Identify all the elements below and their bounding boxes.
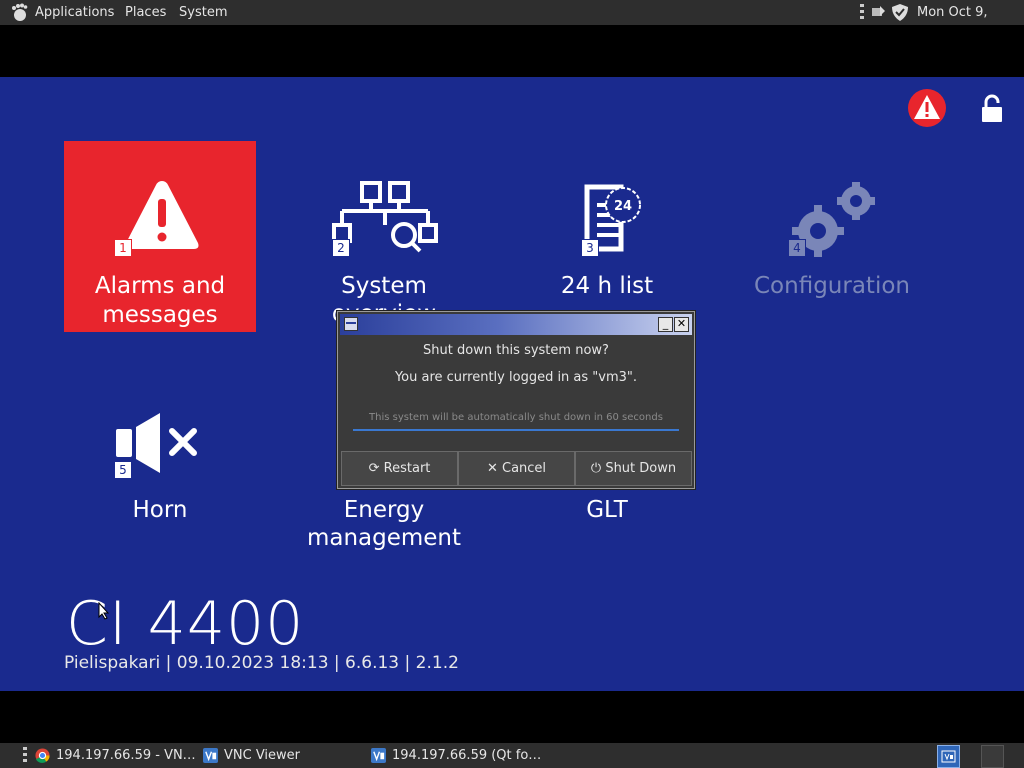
cancel-button[interactable]: ✕ Cancel (458, 451, 575, 486)
restart-label: Restart (383, 461, 431, 476)
menu-system[interactable]: System (179, 0, 227, 25)
vnc-icon (203, 748, 218, 763)
product-title: CI 4400 (66, 589, 305, 659)
task-label: VNC Viewer (224, 748, 301, 763)
tile-number: 2 (332, 239, 350, 257)
window-menu-icon[interactable] (344, 317, 358, 331)
restart-icon: ⟳ (368, 461, 380, 476)
task-label: 194.197.66.59 (Qt fo… (392, 748, 542, 763)
workspace-switcher[interactable] (937, 745, 960, 768)
tile-label: Horn (132, 497, 188, 523)
black-band-top (0, 25, 1024, 77)
tile-label: Configuration (754, 273, 910, 299)
lock-icon[interactable] (980, 94, 1004, 124)
task-chrome-vnc[interactable]: 194.197.66.59 - VN… (35, 743, 196, 768)
dialog-question: Shut down this system now? (423, 343, 609, 358)
shutdown-countdown: This system will be automatically shut d… (353, 410, 679, 431)
alarm-triangle-icon (125, 181, 199, 249)
system-info: Pielispakari | 09.10.2023 18:13 | 6.6.13… (64, 653, 459, 673)
shutdown-dialog: _ ✕ Shut down this system now? You are c… (337, 311, 695, 489)
shield-tray-icon[interactable] (891, 3, 909, 22)
tile-label: GLT (586, 497, 628, 523)
top-panel: Applications Places System Mon Oct 9, 07… (0, 0, 1024, 45)
24h-badge: 24 (614, 199, 632, 214)
panel-handle-icon[interactable] (23, 747, 27, 764)
menu-places[interactable]: Places (125, 0, 166, 25)
power-icon: ⏻ (590, 461, 602, 476)
tile-label: Alarms and (94, 273, 226, 299)
bottom-panel: 194.197.66.59 - VN… VNC Viewer 194.197.6… (0, 743, 1024, 768)
tile-configuration[interactable]: 4 Configuration (736, 141, 928, 332)
clock[interactable]: Mon Oct 9, 07:12 (917, 0, 1024, 45)
tile-number: 4 (788, 239, 806, 257)
chrome-icon (35, 748, 50, 763)
cancel-label: Cancel (502, 461, 547, 476)
workspace-2[interactable] (981, 745, 1004, 768)
vnc-icon (371, 748, 386, 763)
workspace-icon (941, 750, 956, 763)
menu-applications[interactable]: Applications (35, 0, 114, 25)
shutdown-button[interactable]: ⏻ Shut Down (575, 451, 692, 486)
alarm-warning-icon[interactable] (907, 88, 947, 128)
network-tray-icon[interactable] (871, 5, 886, 20)
tile-alarms-and-messages[interactable]: 1 Alarms and messages (64, 141, 256, 332)
tile-label: 24 h list (560, 273, 654, 299)
dialog-logged-in: You are currently logged in as "vm3". (394, 370, 638, 385)
restart-button[interactable]: ⟳ Restart (341, 451, 458, 486)
mouse-cursor-icon (98, 602, 110, 620)
black-band-bottom (0, 691, 1024, 743)
gnome-foot-icon[interactable] (10, 3, 28, 22)
minimize-button[interactable]: _ (658, 317, 673, 332)
task-vnc-viewer[interactable]: VNC Viewer (203, 743, 300, 768)
tile-label: management (306, 525, 462, 551)
tile-horn[interactable]: 5 Horn (64, 377, 256, 568)
tile-24h-list[interactable]: 24 3 24 h list (511, 141, 703, 332)
tile-system-overview[interactable]: 2 System overview (288, 141, 480, 332)
dialog-titlebar[interactable]: _ ✕ (340, 314, 692, 335)
close-button[interactable]: ✕ (674, 317, 689, 332)
tile-number: 3 (581, 239, 599, 257)
task-qt-vnc[interactable]: 194.197.66.59 (Qt fo… (371, 743, 541, 768)
cancel-icon: ✕ (486, 461, 498, 476)
shutdown-label: Shut Down (605, 461, 677, 476)
tile-label: messages (102, 302, 218, 328)
panel-handle-icon[interactable] (860, 4, 864, 21)
task-label: 194.197.66.59 - VN… (56, 748, 196, 763)
tile-label: Energy (343, 497, 425, 523)
tile-number: 1 (114, 239, 132, 257)
tile-number: 5 (114, 461, 132, 479)
